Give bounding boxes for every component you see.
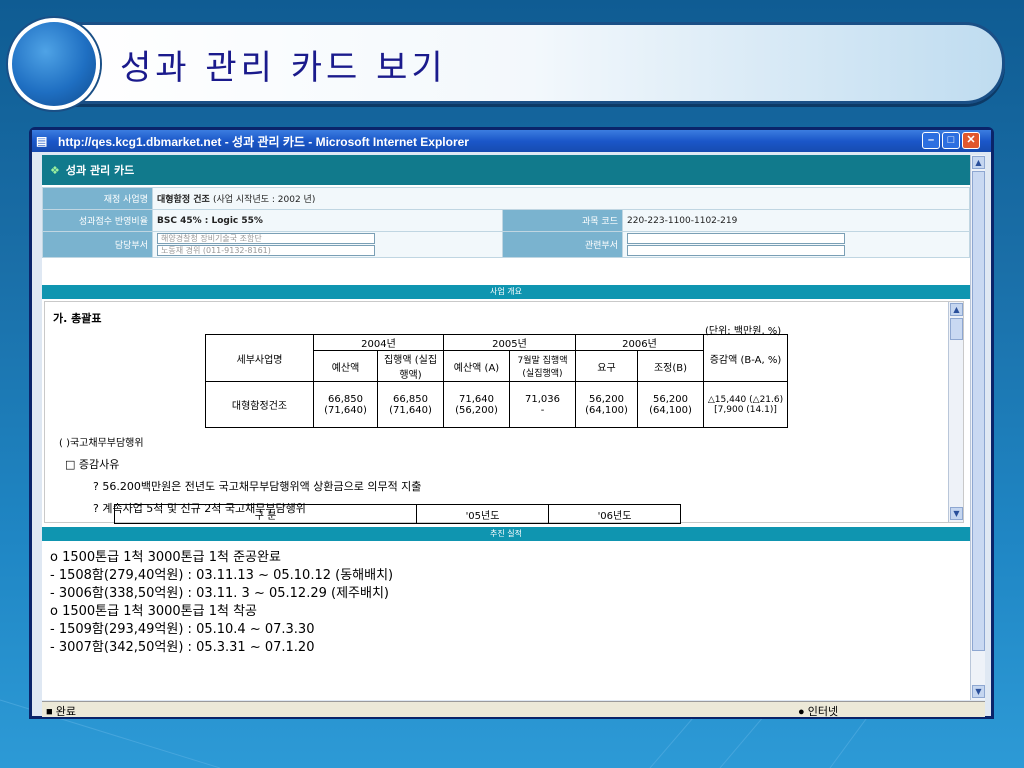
cell-b05: 71,640 (56,200) [443,381,510,428]
page-header: ❖ 성과 관리 카드 [42,155,970,185]
a06s: (64,100) [649,404,692,416]
diamond-icon: ❖ [50,163,60,177]
browser-scrollbar[interactable]: ▲ ▼ [970,155,985,700]
classification-table: 구 분 '05년도 '06년도 [114,504,681,524]
status-zone: ● 인터넷 [798,706,839,718]
overview-frame: 가. 총괄표 (단위: 백만원, %) 세부사업명 2004년 2005년 20… [44,301,964,523]
year-2004: 2004년 [313,334,444,351]
browser-window: ▤ http://qes.kcg1.dbmarket.net - 성과 관리 카… [29,127,994,719]
b04: 66,850 [328,393,363,405]
maximize-button[interactable]: □ [942,132,960,149]
project-value: 대형함정 건조 (사업 시작년도 : 2002 년) [152,187,970,210]
dept-input-1[interactable]: 해양경찰청 장비기술국 조함단 [157,233,375,244]
browser-titlebar[interactable]: ▤ http://qes.kcg1.dbmarket.net - 성과 관리 카… [32,130,991,152]
cell-b04: 66,850 (71,640) [313,381,378,428]
result-line: o 1500톤급 1척 3000톤급 1척 준공완료 [50,550,281,565]
browser-scroll-down[interactable]: ▼ [972,685,985,698]
result-line: - 3006함(338,50억원) : 03.11. 3 ~ 05.12.29 … [50,586,389,601]
col-exec-05: 7월말 집행액 (실집행액) [509,350,576,382]
e05s: - [540,404,545,416]
related-input-1[interactable] [627,233,845,244]
cell-change: △15,440 (△21.6) [7,900 (14.1)] [703,381,788,428]
cell-a06: 56,200 (64,100) [637,381,704,428]
browser-scroll-up[interactable]: ▲ [972,156,985,169]
slide-title: 성과 관리 카드 보기 [120,48,447,88]
result-line: - 1508함(279,40억원) : 03.11.13 ~ 05.10.12 … [50,568,394,583]
related-label: 관련부서 [502,231,623,258]
status-bar: ■ 완료 ● 인터넷 [42,701,985,718]
b05s: (56,200) [455,404,498,416]
col-adj-06: 조정(B) [637,350,704,382]
code-value: 220-223-1100-1102-219 [622,209,970,232]
browser-content: ❖ 성과 관리 카드 재정 사업명 대형함정 건조 (사업 시작년도 : 200… [42,155,970,700]
info-table: 재정 사업명 대형함정 건조 (사업 시작년도 : 2002 년) 성과점수 반… [42,187,970,258]
title-circle-decoration [8,18,100,110]
close-button[interactable]: ✕ [962,132,980,149]
section-bar-results: 추진 실적 [42,527,970,541]
status-text: 완료 [55,706,76,718]
code-label: 과목 코드 [502,209,623,232]
zone-text: 인터넷 [807,706,839,718]
year-2005: 2005년 [443,334,576,351]
dept-inputs: 해양경찰청 장비기술국 조함단 노동재 경위 (011-9132-8161) [152,231,503,258]
result-line: - 1509함(293,49억원) : 05.10.4 ~ 07.3.30 [50,622,315,637]
score-value: BSC 45% : Logic 55% [152,209,503,232]
project-name: 대형함정 건조 [157,195,210,205]
cell-r06: 56,200 (64,100) [575,381,638,428]
col-budget-04: 예산액 [313,350,378,382]
project-note: (사업 시작년도 : 2002 년) [212,195,316,205]
e04s: (71,640) [389,404,432,416]
browser-title: http://qes.kcg1.dbmarket.net - 성과 관리 카드 … [58,134,469,149]
result-line: o 1500톤급 1척 3000톤급 1척 착공 [50,604,258,619]
e05: 71,036 [525,393,560,405]
score-label: 성과점수 반영비율 [42,209,153,232]
col-req-06: 요구 [575,350,638,382]
r06s: (64,100) [585,404,628,416]
scroll-thumb[interactable] [950,318,963,340]
note-debt: ( )국고채무부담행위 [59,438,144,449]
col-exec-04: 집행액 (실집행액) [377,350,444,382]
section-bar-overview: 사업 개요 [42,285,970,299]
col-budget-05: 예산액 (A) [443,350,510,382]
a06: 56,200 [653,393,688,405]
overview-heading: 가. 총괄표 [53,312,102,325]
cell-e05: 71,036- [509,381,576,428]
e04: 66,850 [393,393,428,405]
scroll-up-arrow[interactable]: ▲ [950,303,963,316]
sub-col-2006: '06년도 [548,504,681,524]
result-line: - 3007함(342,50억원) : 05.3.31 ~ 07.1.20 [50,640,315,655]
col-change: 증감액 (B-A, %) [703,334,788,382]
dept-label: 담당부서 [42,231,153,258]
project-label: 재정 사업명 [42,187,153,210]
year-2006: 2006년 [575,334,704,351]
related-input-2[interactable] [627,245,845,256]
related-inputs [622,231,970,258]
b05: 71,640 [459,393,494,405]
browser-scroll-thumb[interactable] [972,171,985,651]
status-done: ■ 완료 [46,706,76,718]
row-name: 대형함정건조 [205,381,314,428]
col-project: 세부사업명 [205,334,314,382]
inner-scrollbar[interactable]: ▲ ▼ [948,302,963,522]
dept-input-2[interactable]: 노동재 경위 (011-9132-8161) [157,245,375,256]
r06: 56,200 [589,393,624,405]
note-reason-1: ? 56.200백만원은 전년도 국고채무부담행위액 상환금으로 의무적 지출 [93,480,422,493]
scroll-down-arrow[interactable]: ▼ [950,507,963,520]
sub-col-category: 구 분 [114,504,417,524]
budget-table: 세부사업명 2004년 2005년 2006년 증감액 (B-A, %) 예산액… [205,334,788,428]
sub-col-2005: '05년도 [416,504,549,524]
b04s: (71,640) [324,404,367,416]
note-reason-heading: □ 증감사유 [65,458,120,471]
minimize-button[interactable]: – [922,132,940,149]
cell-e04: 66,850 (71,640) [377,381,444,428]
page-header-title: 성과 관리 카드 [65,164,135,177]
ie-icon: ▤ [36,134,48,148]
